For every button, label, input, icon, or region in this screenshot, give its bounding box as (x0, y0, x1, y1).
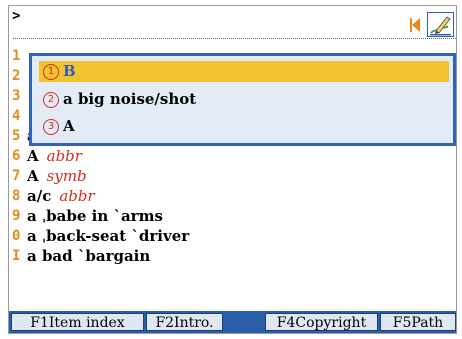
candidate-option-1[interactable]: 1B (39, 61, 449, 82)
option-number: 1 (43, 64, 59, 80)
part-of-speech: abbr (46, 147, 82, 165)
list-item[interactable]: 0 a ˌback-seat ˋdriver (9, 226, 456, 246)
list-item[interactable]: 9 a ˌbabe in ˋarms (9, 206, 456, 226)
list-item[interactable]: I a bad ˋbargain (9, 246, 456, 266)
option-text: a big noise/shot (63, 90, 197, 108)
intro-button[interactable]: F2Intro. (146, 313, 223, 331)
entry-number: 1 (12, 48, 21, 64)
input-underline (13, 38, 456, 39)
entry-headword: Aabbr (27, 147, 82, 165)
list-item[interactable]: 6 Aabbr (9, 146, 456, 166)
list-item[interactable]: 8 a/c abbr (9, 186, 456, 206)
item-index-button[interactable]: F1Item index (11, 313, 144, 331)
option-text: A (63, 117, 75, 135)
dictionary-window: > 1 2 3 4 5 6 A abbr 7 A symb 8 a/c abbr… (8, 5, 457, 334)
entry-number: 9 (12, 208, 21, 224)
part-of-speech: abbr (59, 187, 95, 205)
part-of-speech: symb (46, 167, 87, 185)
entry-number: 7 (12, 168, 21, 184)
candidate-option-2[interactable]: 2a big noise/shot (39, 89, 196, 110)
entry-headword: a bad ˋbargain (27, 247, 151, 265)
entry-number: 8 (12, 188, 21, 204)
entry-number: I (12, 248, 21, 264)
entry-headword: a/c abbr (27, 187, 95, 205)
option-number: 2 (43, 92, 59, 108)
entry-number: 4 (12, 108, 21, 124)
input-bar[interactable]: > (9, 6, 456, 40)
option-text: B (63, 62, 76, 80)
candidate-popup: 1B 2a big noise/shot 3A (29, 53, 456, 146)
first-page-icon[interactable] (407, 15, 423, 35)
entry-headword: a ˌback-seat ˋdriver (27, 227, 190, 245)
copyright-button[interactable]: F4Copyright (265, 313, 378, 331)
entry-headword: a ˌbabe in ˋarms (27, 207, 163, 225)
list-item[interactable]: 7 Asymb (9, 166, 456, 186)
entry-headword: Asymb (27, 167, 87, 185)
candidate-option-3[interactable]: 3A (39, 116, 75, 137)
entry-number: 2 (12, 68, 21, 84)
function-key-bar: F1Item index F2Intro. F4Copyright F5Path (9, 311, 456, 333)
entry-number: 0 (12, 228, 21, 244)
option-number: 3 (43, 119, 59, 135)
entry-number: 3 (12, 88, 21, 104)
path-button[interactable]: F5Path (380, 313, 456, 331)
entry-number: 5 (12, 128, 21, 144)
handwriting-pen-icon[interactable] (427, 12, 454, 37)
entry-number: 6 (12, 148, 21, 164)
input-prompt: > (12, 8, 21, 24)
